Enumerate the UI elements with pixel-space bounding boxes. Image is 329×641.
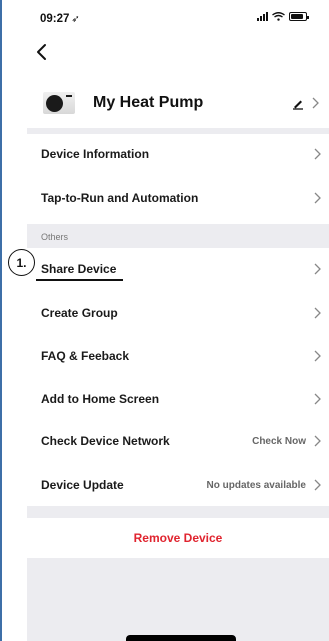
update-status-value: No updates available	[206, 479, 306, 491]
device-header[interactable]: My Heat Pump	[27, 80, 329, 126]
battery-icon	[289, 12, 309, 21]
device-name: My Heat Pump	[93, 94, 204, 111]
chevron-right-icon	[312, 97, 319, 109]
section-header-others: Others	[27, 224, 329, 248]
menu-item-label: Share Device	[41, 262, 117, 276]
chevron-right-icon	[314, 435, 321, 447]
menu-item-check-device-network[interactable]: Check Device Network Check Now	[27, 421, 329, 461]
menu-item-label: FAQ & Feeback	[41, 349, 130, 363]
time-text: 09:27	[40, 13, 70, 25]
location-arrow-icon: ➶	[71, 14, 80, 25]
step-callout-badge: 1.	[8, 249, 35, 276]
menu-item-label: Device Update	[41, 478, 124, 492]
wifi-icon	[272, 12, 285, 21]
menu-item-tap-to-run[interactable]: Tap-to-Run and Automation	[27, 178, 329, 218]
signal-icon	[257, 12, 268, 21]
menu-item-add-to-home-screen[interactable]: Add to Home Screen	[27, 379, 329, 419]
menu-item-label: Check Device Network	[41, 434, 170, 448]
menu-item-share-device[interactable]: Share Device	[27, 249, 329, 289]
chevron-right-icon	[314, 350, 321, 362]
status-icons	[257, 12, 309, 21]
chevron-right-icon	[314, 263, 321, 275]
section-divider	[27, 506, 329, 518]
menu-item-create-group[interactable]: Create Group	[27, 293, 329, 333]
settings-screen: 09:27 ➶ My Heat Pump Device Information …	[2, 0, 329, 641]
remove-device-button[interactable]: Remove Device	[27, 518, 329, 558]
edit-pencil-icon[interactable]	[291, 96, 305, 110]
home-indicator	[126, 635, 236, 641]
back-chevron-icon[interactable]	[32, 42, 52, 62]
chevron-right-icon	[314, 479, 321, 491]
menu-item-label: Tap-to-Run and Automation	[41, 191, 199, 205]
chevron-right-icon	[314, 192, 321, 204]
menu-item-device-update[interactable]: Device Update No updates available	[27, 465, 329, 505]
menu-item-faq-feedback[interactable]: FAQ & Feeback	[27, 336, 329, 376]
check-now-value: Check Now	[252, 435, 306, 447]
menu-item-label: Device Information	[41, 147, 150, 161]
status-time: 09:27 ➶	[40, 13, 80, 25]
chevron-right-icon	[314, 393, 321, 405]
heat-pump-device-icon	[43, 92, 75, 114]
status-bar: 09:27 ➶	[2, 0, 329, 36]
menu-item-label: Create Group	[41, 306, 118, 320]
chevron-right-icon	[314, 307, 321, 319]
chevron-right-icon	[314, 148, 321, 160]
menu-item-label: Add to Home Screen	[41, 392, 160, 406]
menu-item-device-information[interactable]: Device Information	[27, 134, 329, 174]
highlight-underline	[36, 279, 123, 281]
bottom-empty-area	[27, 558, 329, 641]
